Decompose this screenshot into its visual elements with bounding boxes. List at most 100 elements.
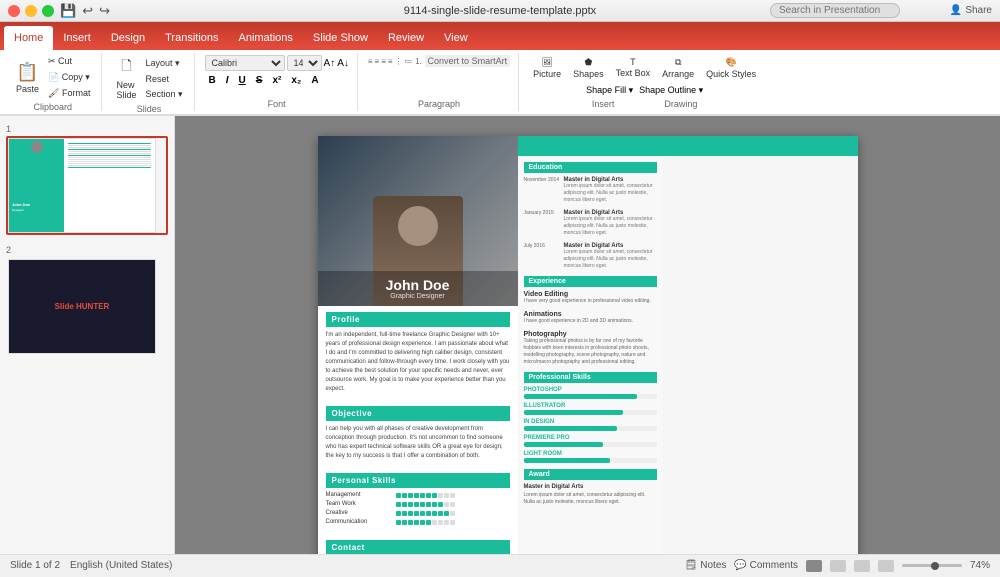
shape-outline-button[interactable]: Shape Outline ▾ [639, 85, 703, 96]
font-decrease-button[interactable]: A↓ [337, 58, 349, 69]
search-input[interactable] [770, 3, 900, 18]
redo-icon[interactable]: ↪ [99, 3, 110, 19]
close-button[interactable] [8, 5, 20, 17]
reading-view-button[interactable] [854, 560, 870, 572]
superscript-button[interactable]: x² [268, 73, 285, 88]
edu-text: Lorem ipsum dolor sit amet, consectetur … [564, 183, 657, 204]
exp-title: Animations [524, 311, 657, 318]
pro-skill-bar [524, 442, 604, 447]
tab-review[interactable]: Review [378, 26, 434, 50]
slide-1-thumbnail[interactable]: John Doe Designer [6, 136, 168, 235]
exp-text: I have very good experience in professio… [524, 298, 657, 305]
shape-fill-button[interactable]: Shape Fill ▾ [586, 85, 633, 96]
notes-button[interactable]: 🗒 Notes [685, 560, 727, 571]
skill-dot-filled [396, 493, 401, 498]
paste-button[interactable]: 📋 Paste [12, 60, 43, 96]
slide-sorter-button[interactable] [830, 560, 846, 572]
minimize-button[interactable] [25, 5, 37, 17]
main-area: 1 John Doe Designer [0, 116, 1000, 554]
subscript-button[interactable]: x₂ [287, 73, 305, 88]
status-right: 🗒 Notes 💬 Comments 74% [685, 560, 990, 572]
edu-date: July 2016 [524, 243, 564, 270]
copy-button[interactable]: 📄 Copy ▾ [45, 71, 93, 84]
number-list-icon[interactable]: ⒈ [415, 56, 423, 67]
window-controls[interactable] [8, 5, 54, 17]
skill-dot-filled [420, 493, 425, 498]
arrange-button[interactable]: ⧉ Arrange [658, 55, 698, 81]
bullet-icon[interactable]: ≔ [405, 57, 413, 66]
textbox-button[interactable]: T Text Box [612, 55, 655, 80]
contact-header: Contact [326, 540, 510, 554]
align-right-icon[interactable]: ≡ [381, 57, 386, 66]
section-button[interactable]: Section ▾ [142, 88, 185, 101]
convert-smartart-button[interactable]: Convert to SmartArt [425, 55, 511, 67]
slide-1-number: 1 [6, 124, 168, 134]
tab-home[interactable]: Home [4, 26, 53, 50]
italic-button[interactable]: I [222, 73, 233, 88]
align-center-icon[interactable]: ≡ [375, 57, 380, 66]
title-bar: 💾 ↩ ↪ 9114-single-slide-resume-template.… [0, 0, 1000, 22]
skill-dot-filled [426, 493, 431, 498]
cut-button[interactable]: ✂ Cut [45, 55, 93, 68]
underline-button[interactable]: U [235, 73, 250, 88]
skill-row: Creative [326, 510, 510, 516]
skill-dot-filled [432, 502, 437, 507]
undo-icon[interactable]: ↩ [82, 3, 93, 19]
zoom-slider[interactable] [902, 564, 962, 567]
bold-button[interactable]: B [205, 73, 220, 88]
new-slide-button[interactable]: 🗋 NewSlide [112, 55, 140, 102]
paste-icon: 📋 [16, 62, 38, 83]
thumb-line-11 [68, 163, 151, 164]
tab-view[interactable]: View [434, 26, 478, 50]
edu-text: Lorem ipsum dolor sit amet, consectetur … [564, 216, 657, 237]
font-size-select[interactable]: 14.9 [287, 55, 322, 71]
skill-dot-filled [396, 520, 401, 525]
columns-icon[interactable]: ⋮ [395, 57, 403, 66]
maximize-button[interactable] [42, 5, 54, 17]
experience-item: Photography Taking professional photos i… [524, 331, 657, 366]
tab-design[interactable]: Design [101, 26, 155, 50]
shapes-label: Shapes [573, 69, 604, 79]
picture-button[interactable]: 🖼 Picture [529, 55, 565, 81]
pro-skill-name: ILLUSTRATOR [524, 403, 657, 409]
experience-item: Video Editing I have very good experienc… [524, 291, 657, 305]
ribbon: Home Insert Design Transitions Animation… [0, 22, 1000, 116]
edu-content: Master in Digital Arts Lorem ipsum dolor… [564, 243, 657, 270]
tab-animations[interactable]: Animations [229, 26, 303, 50]
quick-styles-icon: 🎨 [726, 57, 737, 68]
tab-transitions[interactable]: Transitions [155, 26, 228, 50]
font-color-button[interactable]: A [307, 73, 322, 88]
format-button[interactable]: 🖌 Format [45, 87, 93, 100]
layout-button[interactable]: Layout ▾ [142, 57, 185, 70]
resume-left: John Doe Graphic Designer Profile I'm an… [318, 136, 518, 554]
zoom-level[interactable]: 74% [970, 560, 990, 571]
reset-button[interactable]: Reset [142, 73, 185, 85]
canvas-area: John Doe Graphic Designer Profile I'm an… [175, 116, 1000, 554]
comments-button[interactable]: 💬 Comments [734, 560, 798, 571]
save-icon[interactable]: 💾 [60, 3, 76, 19]
tab-slideshow[interactable]: Slide Show [303, 26, 378, 50]
resume-right-content: Education November 2014 Master in Digita… [518, 156, 858, 554]
objective-header: Objective [326, 406, 510, 421]
contact-section: Contact 📞(212) 123 4567✉info@slidehunter… [318, 534, 518, 554]
font-increase-button[interactable]: A↑ [324, 58, 336, 69]
justify-icon[interactable]: ≡ [388, 57, 393, 66]
skill-dot-filled [420, 520, 425, 525]
share-button[interactable]: 👤 Share [950, 5, 992, 16]
tab-insert[interactable]: Insert [53, 26, 101, 50]
shapes-button[interactable]: ⬟ Shapes [569, 55, 608, 81]
skill-dot-filled [414, 511, 419, 516]
quick-styles-button[interactable]: 🎨 Quick Styles [702, 55, 760, 81]
slideshow-button[interactable] [878, 560, 894, 572]
skill-dot-filled [396, 502, 401, 507]
skill-dot-filled [426, 520, 431, 525]
pro-skill-bar-bg [524, 458, 657, 463]
font-family-select[interactable]: Calibri [205, 55, 285, 71]
normal-view-button[interactable] [806, 560, 822, 572]
font-label: Font [268, 99, 286, 109]
new-slide-icon: 🗋 [121, 57, 131, 79]
strikethrough-button[interactable]: S [252, 73, 267, 88]
align-left-icon[interactable]: ≡ [368, 57, 373, 66]
slide-2-thumbnail[interactable]: Slide HUNTER [6, 257, 168, 356]
exp-text: I have good experience in 2D and 3D anim… [524, 318, 657, 325]
